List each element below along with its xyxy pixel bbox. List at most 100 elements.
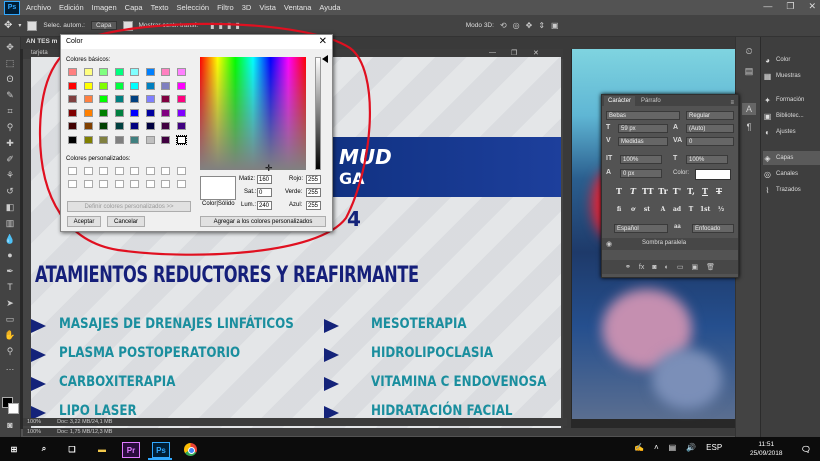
marquee-tool-icon[interactable]: ⬚: [3, 57, 17, 69]
custom-color-swatch[interactable]: [83, 180, 93, 188]
new-layer-icon[interactable]: ▣: [691, 263, 698, 271]
custom-color-swatch[interactable]: [161, 167, 170, 175]
lum-field[interactable]: 240: [257, 201, 272, 210]
basic-color-swatch[interactable]: [161, 108, 170, 117]
rojo-field[interactable]: 255: [306, 175, 321, 184]
adjustment-icon[interactable]: ◐: [665, 264, 669, 271]
basic-color-swatch[interactable]: [68, 122, 77, 130]
move-tool-icon[interactable]: ✥: [3, 41, 17, 53]
basic-color-swatch[interactable]: [145, 122, 155, 130]
underline-button[interactable]: T: [700, 186, 710, 196]
task-view-icon[interactable]: ❏: [64, 442, 80, 456]
add-custom-colors-button[interactable]: Agregar a los colores personalizados: [200, 216, 326, 227]
define-custom-colors-button[interactable]: Definir colores personalizados >>: [67, 201, 191, 212]
quick-mask-icon[interactable]: ◙: [3, 419, 17, 431]
link-icon[interactable]: ⚭: [625, 263, 631, 271]
pen-tool-icon[interactable]: ✒: [3, 265, 17, 277]
basic-color-swatch[interactable]: [68, 95, 77, 103]
quick-select-tool-icon[interactable]: ✎: [3, 89, 17, 101]
clone-stamp-icon[interactable]: ⚘: [3, 169, 17, 181]
custom-color-swatch[interactable]: [99, 180, 108, 188]
chevron-down-icon[interactable]: ▾: [18, 22, 21, 29]
opentype-swash-button[interactable]: A: [658, 205, 668, 215]
custom-color-swatch[interactable]: [161, 180, 170, 188]
custom-color-swatch[interactable]: [176, 167, 186, 175]
opentype-alternates-button[interactable]: st: [642, 205, 652, 215]
basic-color-swatch[interactable]: [161, 81, 170, 90]
basic-color-swatch[interactable]: [145, 81, 155, 90]
basic-color-swatch[interactable]: [175, 134, 187, 145]
panel-item-libraries[interactable]: ▣ Bibliotec...: [763, 109, 820, 123]
zoom-level[interactable]: 100%: [27, 429, 41, 435]
kerning-field[interactable]: Medidas: [618, 137, 668, 146]
3d-scale-icon[interactable]: ▣: [551, 21, 559, 30]
search-icon[interactable]: ⌕: [36, 442, 52, 456]
crosshair-icon[interactable]: ✛: [265, 163, 273, 174]
3d-rotate-icon[interactable]: ⟲: [500, 21, 507, 30]
azul-field[interactable]: 255: [306, 201, 321, 210]
antialias-select[interactable]: Enfocado: [692, 224, 734, 233]
healing-brush-icon[interactable]: ✚: [3, 137, 17, 149]
more-tools-icon[interactable]: …: [3, 361, 17, 373]
basic-color-swatch[interactable]: [83, 95, 93, 103]
folder-icon[interactable]: ▭: [677, 263, 684, 271]
baseline-shift-field[interactable]: 0 px: [620, 169, 662, 178]
panel-item-layers[interactable]: ◈ Capas: [763, 151, 820, 165]
close-icon[interactable]: ✕: [808, 1, 816, 12]
basic-color-swatch[interactable]: [176, 68, 186, 76]
menu-vista[interactable]: Vista: [259, 3, 276, 12]
layer-effect-row[interactable]: ◉ Sombra paralela: [602, 238, 738, 250]
basic-color-swatch[interactable]: [145, 68, 155, 76]
menu-filtro[interactable]: Filtro: [217, 3, 234, 12]
basic-color-swatch[interactable]: [130, 68, 139, 76]
history-brush-icon[interactable]: ↺: [3, 185, 17, 197]
3d-roll-icon[interactable]: ◎: [513, 21, 520, 30]
basic-color-swatch[interactable]: [99, 108, 108, 117]
superscript-button[interactable]: T': [672, 186, 682, 196]
blur-tool-icon[interactable]: 💧: [3, 233, 17, 245]
pen-icon[interactable]: ✍: [634, 443, 644, 452]
basic-color-swatch[interactable]: [99, 122, 108, 130]
photoshop-icon[interactable]: Ps: [152, 442, 170, 458]
brush-tool-icon[interactable]: ✐: [3, 153, 17, 165]
menu-3d[interactable]: 3D: [242, 3, 252, 12]
vertical-scrollbar[interactable]: [563, 49, 571, 429]
minimize-icon[interactable]: —: [763, 1, 772, 12]
hand-tool-icon[interactable]: ✋: [3, 329, 17, 341]
volume-icon[interactable]: 🔊: [686, 443, 696, 452]
basic-color-swatch[interactable]: [83, 108, 93, 117]
eraser-tool-icon[interactable]: ◧: [3, 201, 17, 213]
basic-color-swatch[interactable]: [68, 108, 77, 117]
3d-slide-icon[interactable]: ⇕: [538, 21, 545, 30]
mask-icon[interactable]: ◙: [652, 264, 656, 271]
menu-ventana[interactable]: Ventana: [284, 3, 312, 12]
basic-color-swatch[interactable]: [114, 95, 124, 103]
sat-field[interactable]: 0: [257, 188, 272, 197]
faux-bold-button[interactable]: T: [614, 186, 624, 196]
language-select[interactable]: Español: [614, 224, 668, 233]
luminance-slider[interactable]: [315, 57, 321, 170]
basic-color-swatch[interactable]: [145, 108, 155, 117]
file-explorer-icon[interactable]: ▬: [94, 442, 110, 456]
opentype-ligatures-button[interactable]: fi: [614, 205, 624, 215]
custom-color-swatch[interactable]: [68, 180, 77, 188]
basic-color-swatch[interactable]: [114, 81, 124, 90]
cancel-button[interactable]: Cancelar: [107, 216, 145, 227]
matiz-field[interactable]: 160: [257, 175, 272, 184]
history-icon[interactable]: ⏲: [742, 45, 756, 57]
tracking-field[interactable]: 0: [686, 137, 734, 146]
custom-color-swatch[interactable]: [99, 167, 108, 175]
basic-color-swatch[interactable]: [99, 95, 108, 103]
gradient-tool-icon[interactable]: ▥: [3, 217, 17, 229]
opentype-ordinals-button[interactable]: 1st: [700, 205, 710, 215]
basic-color-swatch[interactable]: [130, 135, 139, 144]
move-tool-icon[interactable]: ✥: [4, 20, 12, 31]
menu-archivo[interactable]: Archivo: [26, 3, 51, 12]
menu-capa[interactable]: Capa: [125, 3, 143, 12]
character-panel-icon[interactable]: A: [742, 103, 756, 115]
basic-color-swatch[interactable]: [83, 122, 93, 130]
basic-color-swatch[interactable]: [161, 135, 170, 144]
custom-color-swatch[interactable]: [176, 180, 186, 188]
language-indicator[interactable]: ESP: [706, 443, 722, 452]
font-size-field[interactable]: 59 px: [618, 124, 668, 133]
